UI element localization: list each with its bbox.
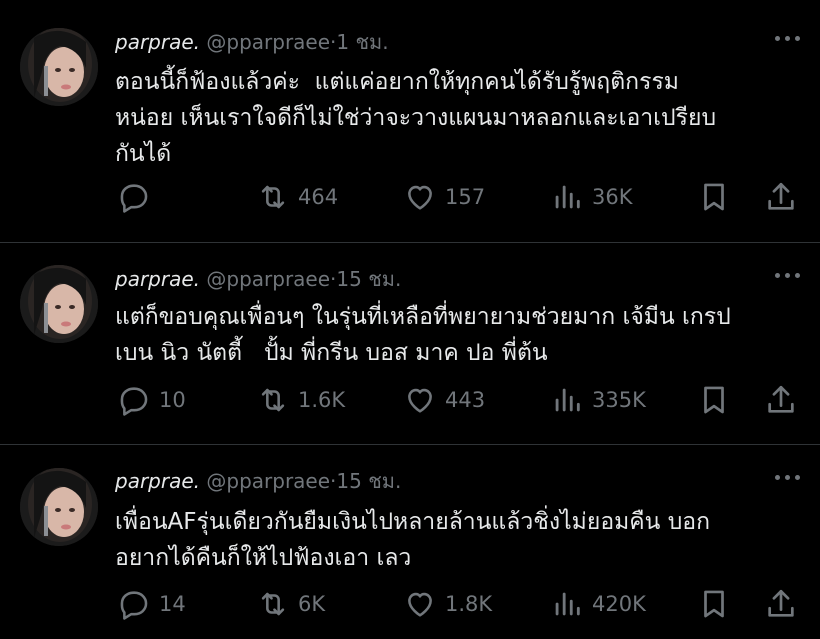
display-name[interactable]: parprae. bbox=[115, 30, 200, 54]
bookmark-button[interactable] bbox=[697, 383, 731, 417]
tweet-header: parprae. @pparpraee·1 ชม. bbox=[115, 30, 389, 54]
avatar[interactable] bbox=[20, 265, 98, 343]
repost-button[interactable]: 6K bbox=[256, 587, 325, 621]
repost-arrows-icon bbox=[261, 185, 285, 209]
more-dots-icon[interactable] bbox=[775, 475, 800, 480]
reply-button[interactable]: 14 bbox=[117, 587, 186, 621]
bookmark-icon bbox=[704, 183, 724, 211]
share-upload-icon bbox=[768, 589, 794, 617]
view-count: 420K bbox=[592, 592, 646, 616]
tweet-text: เพื่อนAFรุ่นเดียวกันยืมเงินไปหลายล้านแล้… bbox=[115, 509, 711, 571]
repost-arrows-icon bbox=[261, 388, 285, 412]
tweet[interactable]: parprae. @pparpraee·15 ชม. เพื่อนAFรุ่นเ… bbox=[0, 445, 820, 639]
tweet-header: parprae. @pparpraee·15 ชม. bbox=[115, 267, 401, 291]
timestamp[interactable]: 15 ชม. bbox=[336, 469, 401, 493]
timestamp[interactable]: 1 ชม. bbox=[336, 30, 388, 54]
share-upload-icon bbox=[768, 182, 794, 210]
bar-chart-icon bbox=[555, 592, 580, 616]
avatar[interactable] bbox=[20, 28, 98, 106]
like-button[interactable]: 443 bbox=[403, 383, 485, 417]
action-bar: 464 157 36K bbox=[113, 180, 803, 214]
views-button[interactable]: 335K bbox=[550, 383, 646, 417]
like-count: 443 bbox=[445, 388, 486, 412]
tweet-text: ตอนนี้ก็ฟ้องแล้วค่ะ แต่แค่อยากให้ทุกคนได… bbox=[115, 69, 717, 167]
bar-chart-icon bbox=[555, 185, 580, 209]
views-button[interactable]: 420K bbox=[550, 587, 646, 621]
more-dots-icon[interactable] bbox=[775, 36, 800, 41]
like-count: 1.8K bbox=[445, 592, 493, 616]
display-name[interactable]: parprae. bbox=[115, 469, 200, 493]
heart-icon bbox=[408, 592, 432, 617]
tweet-header: parprae. @pparpraee·15 ชม. bbox=[115, 469, 401, 493]
tweet-feed: parprae. @pparpraee·1 ชม. ตอนนี้ก็ฟ้องแล… bbox=[0, 0, 820, 639]
timestamp[interactable]: 15 ชม. bbox=[336, 267, 401, 291]
view-count: 335K bbox=[592, 388, 646, 412]
repost-button[interactable]: 464 bbox=[256, 180, 338, 214]
tweet[interactable]: parprae. @pparpraee·15 ชม. แต่ก็ขอบคุณเพ… bbox=[0, 243, 820, 444]
share-button[interactable] bbox=[764, 587, 798, 621]
more-dots-icon[interactable] bbox=[775, 273, 800, 278]
repost-count: 1.6K bbox=[298, 388, 346, 412]
repost-count: 6K bbox=[298, 592, 326, 616]
view-count: 36K bbox=[592, 185, 633, 209]
avatar[interactable] bbox=[20, 468, 98, 546]
bookmark-button[interactable] bbox=[697, 587, 731, 621]
like-button[interactable]: 1.8K bbox=[403, 587, 492, 621]
speech-bubble-icon bbox=[120, 591, 148, 620]
action-bar: 14 6K 1.8K 420K bbox=[113, 587, 803, 621]
bookmark-button[interactable] bbox=[697, 180, 731, 214]
user-handle[interactable]: @pparpraee bbox=[206, 469, 330, 493]
tweet-text: แต่ก็ขอบคุณเพื่อนๆ ในรุ่นที่เหลือที่พยาย… bbox=[115, 304, 731, 366]
heart-icon bbox=[408, 185, 432, 210]
share-upload-icon bbox=[768, 385, 794, 413]
like-button[interactable]: 157 bbox=[403, 180, 485, 214]
repost-button[interactable]: 1.6K bbox=[256, 383, 345, 417]
share-button[interactable] bbox=[764, 180, 798, 214]
views-button[interactable]: 36K bbox=[550, 180, 633, 214]
user-handle[interactable]: @pparpraee bbox=[206, 267, 330, 291]
speech-bubble-icon bbox=[120, 184, 148, 213]
bookmark-icon bbox=[704, 590, 724, 618]
repost-count: 464 bbox=[298, 185, 339, 209]
like-count: 157 bbox=[445, 185, 486, 209]
tweet[interactable]: parprae. @pparpraee·1 ชม. ตอนนี้ก็ฟ้องแล… bbox=[0, 0, 820, 242]
bookmark-icon bbox=[704, 386, 724, 414]
speech-bubble-icon bbox=[120, 387, 148, 416]
reply-count: 14 bbox=[159, 592, 186, 616]
reply-button[interactable]: 10 bbox=[117, 383, 186, 417]
reply-button[interactable] bbox=[117, 180, 159, 214]
repost-arrows-icon bbox=[261, 592, 285, 616]
user-handle[interactable]: @pparpraee bbox=[206, 30, 330, 54]
action-bar: 10 1.6K 443 335K bbox=[113, 383, 803, 417]
share-button[interactable] bbox=[764, 383, 798, 417]
heart-icon bbox=[408, 388, 432, 413]
bar-chart-icon bbox=[555, 388, 580, 412]
reply-count: 10 bbox=[159, 388, 186, 412]
display-name[interactable]: parprae. bbox=[115, 267, 200, 291]
